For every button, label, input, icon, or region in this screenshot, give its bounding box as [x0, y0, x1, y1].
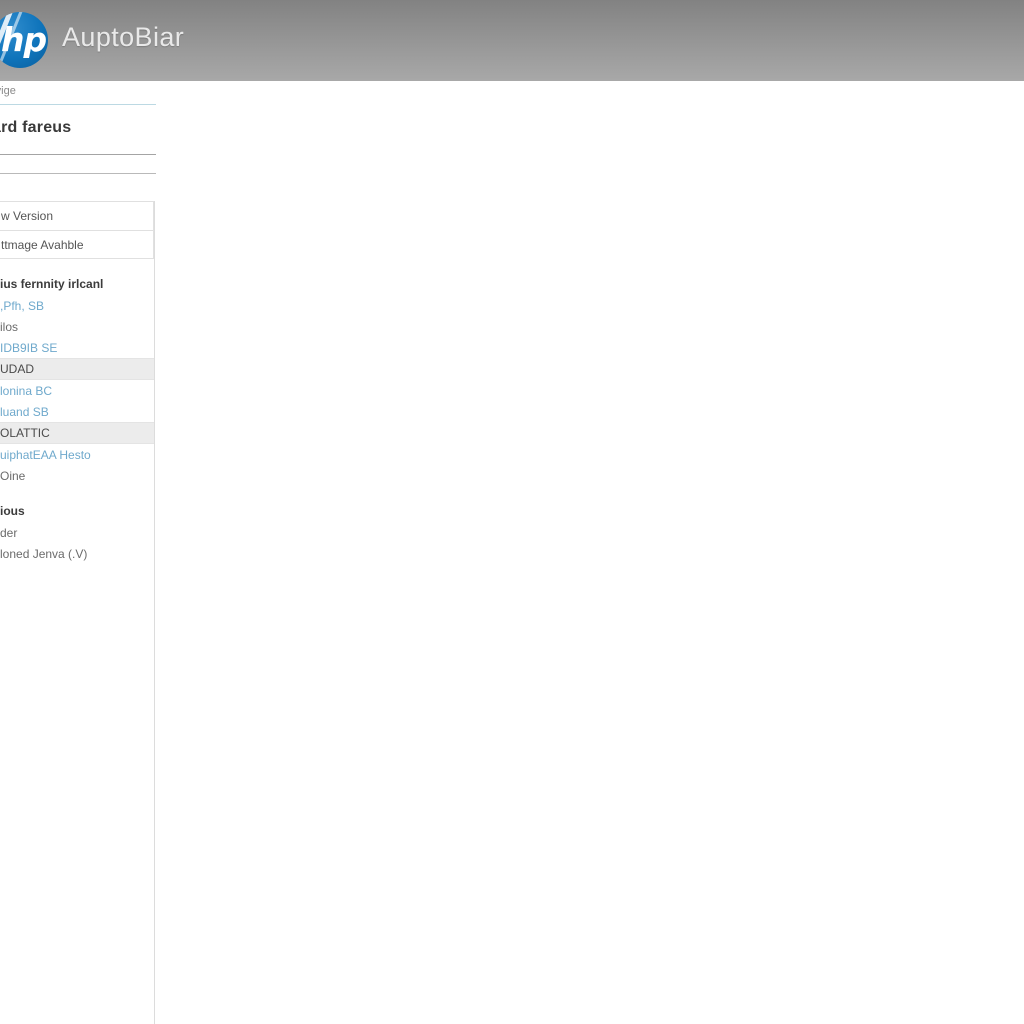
sidebar-item[interactable]: ,Pfh, SB [0, 295, 154, 316]
hp-logo-icon: hp [0, 12, 48, 68]
sidebar-item: loned Jenva (.V) [0, 543, 154, 564]
sidebar-item-label: w Version [1, 209, 54, 223]
sidebar-item-label: uiphatEAA Hesto [0, 447, 91, 462]
hp-logo-text: hp [1, 20, 47, 59]
sidebar-item-label: OLATTIC [0, 426, 50, 440]
hp-logo[interactable]: hp [0, 12, 48, 68]
sidebar-item-label: lonina BC [0, 383, 53, 398]
sidebar-item-label: ious [0, 504, 25, 518]
sidebar-section-band: UDAD [0, 358, 154, 380]
sidebar-item[interactable]: lonina BC [0, 380, 154, 401]
sidebar-item-label: luand SB [0, 404, 49, 419]
sidebar: w Version ttmage Avahble ius fernnity irlc… [0, 201, 155, 1024]
sidebar-item-label: Oine [0, 468, 26, 483]
sidebar-item[interactable]: luand SB [0, 401, 154, 422]
sidebar-item[interactable]: ttmage Avahble [0, 230, 154, 259]
sidebar-item-label: loned Jenva (.V) [0, 546, 88, 561]
main-content-area [156, 104, 1024, 1024]
sidebar-section-band: OLATTIC [0, 422, 154, 444]
sidebar-item: Oine [0, 465, 154, 486]
app-header: hp AuptoBiar [0, 0, 1024, 81]
sidebar-group-heading: ius fernnity irlcanl [0, 273, 154, 295]
sidebar-item[interactable]: IDB9IB SE [0, 337, 154, 358]
page-title: ard fareus [0, 119, 72, 136]
sidebar-group-heading: ious [0, 500, 154, 522]
breadcrumb[interactable]: rvige [0, 85, 16, 97]
sidebar-item[interactable]: w Version [0, 201, 154, 230]
sidebar-item: ilos [0, 316, 154, 337]
sidebar-item[interactable]: uiphatEAA Hesto [0, 444, 154, 465]
sidebar-item-label: ius fernnity irlcanl [0, 277, 104, 291]
breadcrumb-bar: rvige [0, 81, 1024, 105]
sidebar-item-label: ,Pfh, SB [0, 298, 45, 313]
sidebar-item-label: ttmage Avahble [1, 237, 84, 252]
sidebar-item: der [0, 522, 154, 543]
sidebar-item-label: der [0, 525, 18, 540]
sidebar-item-label: UDAD [0, 362, 35, 376]
app-title: AuptoBiar [62, 22, 185, 52]
sidebar-item-label: ilos [0, 319, 19, 334]
sidebar-item-label: IDB9IB SE [0, 340, 58, 355]
